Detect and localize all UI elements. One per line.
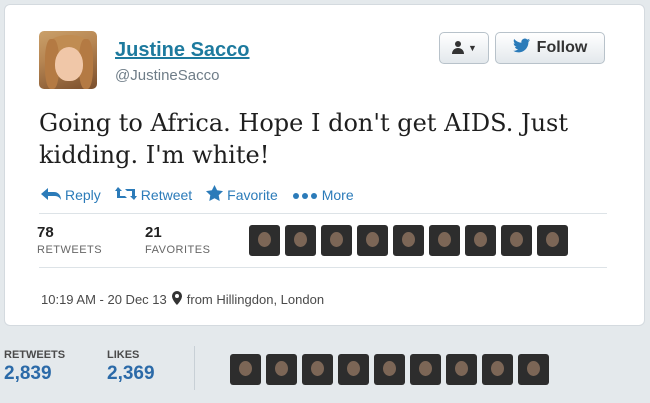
liker-avatar[interactable] [338,354,369,385]
reply-icon [41,187,61,203]
author-handle[interactable]: @JustineSacco [115,67,219,84]
author-name[interactable]: Justine Sacco [115,39,250,62]
author-avatar[interactable] [39,31,97,89]
divider [194,346,195,390]
tweet-card: Justine Sacco @JustineSacco ▼ Follow Goi… [4,4,645,326]
liker-avatar[interactable] [230,354,261,385]
retweeter-avatar[interactable] [285,225,316,256]
liker-avatar[interactable] [374,354,405,385]
follow-label: Follow [536,39,588,56]
chevron-down-icon: ▼ [468,43,477,53]
retweeter-avatars [249,225,568,256]
liker-avatar[interactable] [302,354,333,385]
user-actions-button[interactable]: ▼ [439,32,489,64]
retweeter-avatar[interactable] [501,225,532,256]
user-icon [451,40,465,57]
ellipsis-icon [292,187,318,203]
retweeter-avatar[interactable] [357,225,388,256]
retweet-icon [114,186,137,203]
retweeter-avatar[interactable] [537,225,568,256]
location[interactable]: from Hillingdon, London [187,292,324,307]
liker-avatar[interactable] [446,354,477,385]
retweeter-avatar[interactable] [321,225,352,256]
favorite-button[interactable]: Favorite [206,185,278,204]
tweet-text: Going to Africa. Hope I don't get AIDS. … [39,109,569,169]
tweet-actions: Reply Retweet Favorite More [41,185,354,204]
likes-count-bar[interactable]: LIKES 2,369 [107,349,155,385]
divider [39,213,607,214]
retweet-button[interactable]: Retweet [114,185,192,204]
retweeter-avatar[interactable] [249,225,280,256]
retweeter-avatar[interactable] [429,225,460,256]
liker-avatar[interactable] [518,354,549,385]
bird-icon [512,38,531,58]
liker-avatars [230,354,549,385]
retweeter-avatar[interactable] [393,225,424,256]
tweet-meta: 10:19 AM - 20 Dec 13 from Hillingdon, Lo… [41,291,324,308]
liker-avatar[interactable] [482,354,513,385]
liker-avatar[interactable] [266,354,297,385]
liker-avatar[interactable] [410,354,441,385]
favorites-stat[interactable]: 21 FAVORITES [145,224,210,256]
retweeter-avatar[interactable] [465,225,496,256]
timestamp[interactable]: 10:19 AM - 20 Dec 13 [41,292,167,307]
retweets-count-bar[interactable]: RETWEETS 2,839 [4,349,65,385]
divider [39,267,607,268]
follow-button[interactable]: Follow [495,32,605,64]
reply-button[interactable]: Reply [41,185,101,204]
more-button[interactable]: More [292,185,354,204]
star-icon [206,185,224,204]
location-pin-icon [171,291,182,308]
retweets-stat[interactable]: 78 RETWEETS [37,224,102,256]
